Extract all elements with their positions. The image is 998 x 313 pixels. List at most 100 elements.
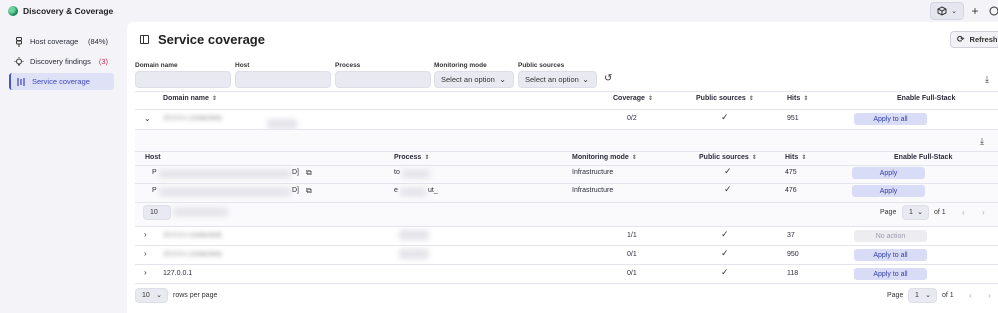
process-filter-input[interactable]	[335, 71, 431, 88]
process-column-header[interactable]: Process ⇕	[394, 154, 429, 161]
prev-page-icon[interactable]: ‹	[962, 208, 965, 217]
monitoring-mode-column-header[interactable]: Monitoring mode ⇕	[572, 154, 637, 161]
help-icon	[989, 6, 998, 16]
public-select-value: Select an option	[525, 75, 579, 84]
process-filter-label: Process	[335, 62, 361, 69]
domain-filter-label: Domain name	[135, 62, 178, 69]
page-label: Page	[880, 209, 897, 216]
hits-cell: 476	[785, 187, 797, 194]
host-filter-label: Host	[235, 62, 250, 69]
page-title: Service coverage	[158, 32, 265, 47]
monitoring-mode-select[interactable]: Select an option ⌄	[434, 71, 514, 88]
page-label: Page	[887, 292, 904, 299]
redacted-block	[399, 230, 429, 240]
page-size-value: 10	[142, 292, 150, 299]
of-pages-label: of 1	[934, 209, 946, 216]
chevron-down-icon: ⌄	[582, 75, 589, 84]
refresh-button[interactable]: ⟳ Refresh	[950, 31, 998, 48]
hits-cell: 37	[787, 232, 795, 239]
chevron-down-icon: ⌄	[925, 292, 931, 299]
public-sources-column-header[interactable]: Public sources ⇕	[696, 95, 754, 102]
host-icon	[14, 36, 24, 47]
apply-to-all-button[interactable]: Apply to all	[854, 113, 927, 125]
public-sources-column-header[interactable]: Public sources ⇕	[699, 154, 757, 161]
monitoring-select-value: Select an option	[441, 75, 495, 84]
download-icon[interactable]: ⤓	[980, 136, 984, 147]
enable-full-stack-column-header: Enable Full-Stack	[894, 154, 953, 161]
sort-icon: ⇕	[424, 155, 430, 161]
expand-row-icon[interactable]: ›	[144, 230, 147, 239]
refresh-label: Refresh	[969, 35, 998, 44]
page-select[interactable]: 1 ⌄	[908, 288, 937, 303]
redacted-block	[159, 170, 291, 178]
coverage-column-header[interactable]: Coverage ⇕	[613, 95, 653, 102]
hits-cell: 118	[787, 270, 799, 277]
expand-row-icon[interactable]: ›	[144, 249, 147, 258]
lightbulb-icon	[14, 56, 24, 67]
domain-cell: 10.0.0.x (redacted)	[163, 232, 222, 239]
chevron-down-icon: ⌄	[499, 75, 506, 84]
collapse-row-icon[interactable]: ⌄	[144, 114, 151, 123]
cube-menu-button[interactable]: ⌄	[930, 2, 964, 20]
apply-to-all-button[interactable]: Apply to all	[854, 268, 927, 280]
apply-button[interactable]: Apply	[852, 185, 925, 197]
divider	[135, 264, 998, 265]
rows-per-page-label: rows per page	[173, 292, 218, 299]
chevron-down-icon: ⌄	[917, 209, 923, 216]
host-filter-input[interactable]	[235, 71, 331, 88]
hits-cell: 475	[785, 169, 797, 176]
process-cell: to	[394, 169, 400, 176]
download-icon[interactable]: ⤓	[985, 74, 989, 85]
help-button[interactable]	[986, 2, 998, 20]
sort-icon: ⇕	[751, 155, 757, 161]
external-link-icon[interactable]: ⧉	[306, 186, 312, 196]
prev-page-icon[interactable]: ‹	[969, 291, 972, 300]
next-page-icon[interactable]: ›	[982, 208, 985, 217]
sort-icon: ⇕	[211, 96, 217, 102]
sort-icon: ⇕	[748, 96, 754, 102]
domain-cell: 10.0.0.x (redacted)	[163, 115, 222, 122]
check-icon: ✓	[724, 166, 732, 176]
add-button[interactable]: +	[967, 2, 983, 20]
expand-row-icon[interactable]: ›	[144, 268, 147, 277]
page-value: 1	[915, 292, 919, 299]
page-size-select[interactable]: 10 ⌄	[135, 288, 168, 303]
monitoring-mode-cell: Infrastructure	[572, 187, 614, 194]
reset-filters-icon[interactable]: ↺	[604, 73, 612, 84]
divider	[135, 183, 998, 184]
redacted-block	[173, 208, 228, 216]
external-link-icon[interactable]: ⧉	[306, 168, 312, 178]
domain-cell: 10.0.0.x (redacted)	[163, 251, 222, 258]
sidebar-item-service-coverage[interactable]: Service coverage	[9, 73, 114, 90]
public-sources-select[interactable]: Select an option ⌄	[518, 71, 597, 88]
main-panel: Service coverage ⟳ Refresh Domain name H…	[127, 22, 998, 313]
of-pages-label: of 1	[942, 292, 954, 299]
host-column-header[interactable]: Host	[145, 154, 161, 161]
divider	[135, 109, 998, 110]
divider	[135, 245, 998, 246]
check-icon: ✓	[721, 267, 729, 277]
next-page-icon[interactable]: ›	[988, 291, 991, 300]
apply-button[interactable]: Apply	[852, 167, 925, 179]
apply-to-all-button[interactable]: Apply to all	[854, 249, 927, 261]
domain-filter-input[interactable]	[135, 71, 231, 88]
public-filter-label: Public sources	[518, 62, 565, 69]
hits-cell: 951	[787, 115, 799, 122]
divider	[135, 283, 998, 284]
redacted-block	[159, 188, 291, 196]
domain-column-header[interactable]: Domain name ⇕	[163, 95, 217, 102]
check-icon: ✓	[721, 248, 729, 258]
panel-toggle-icon[interactable]	[140, 35, 149, 44]
redacted-block	[400, 188, 426, 196]
divider	[135, 151, 998, 152]
page-size-value: 10	[150, 209, 158, 216]
enable-full-stack-column-header: Enable Full-Stack	[897, 95, 956, 102]
hits-column-header[interactable]: Hits ⇕	[787, 95, 808, 102]
sidebar-item-host-coverage[interactable]: Host coverage (84%)	[9, 33, 114, 50]
sidebar-item-discovery-findings[interactable]: Discovery findings (3)	[9, 53, 114, 70]
nested-page-select[interactable]: 1 ⌄	[902, 205, 929, 220]
hits-column-header[interactable]: Hits ⇕	[785, 154, 806, 161]
cube-icon	[937, 6, 947, 16]
divider	[135, 226, 998, 227]
nested-page-size-select[interactable]: 10	[143, 205, 171, 220]
